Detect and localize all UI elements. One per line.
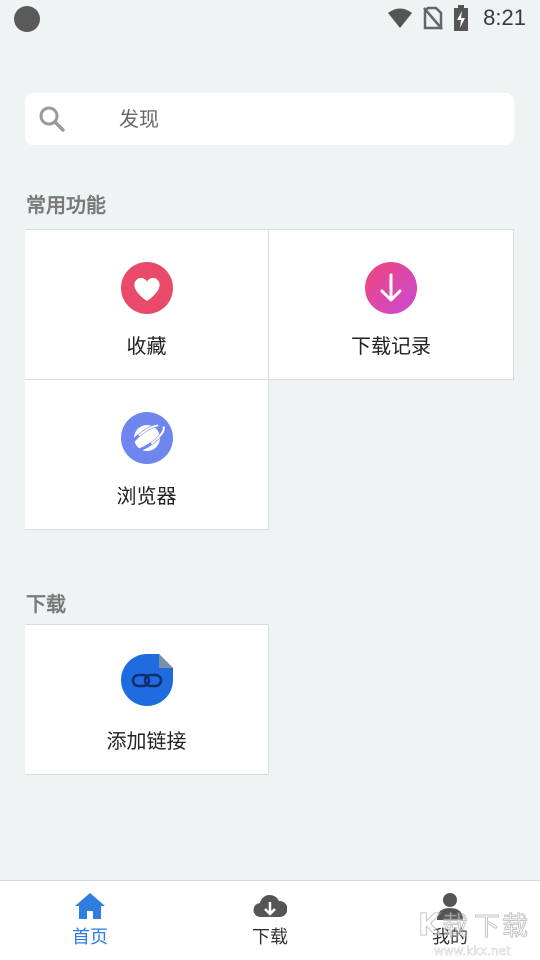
nav-label-download: 下载	[252, 927, 288, 948]
cloud-download-icon	[253, 891, 288, 921]
nav-item-home[interactable]: 首页	[30, 881, 150, 960]
search-input[interactable]: 发现	[119, 106, 159, 132]
nav-item-download[interactable]: 下载	[210, 881, 330, 960]
planet-browser-icon	[120, 411, 174, 465]
no-sim-icon	[423, 6, 444, 30]
heart-icon	[120, 261, 174, 315]
browser-label: 浏览器	[116, 484, 177, 508]
app-screen: 8:21 发现 常用功能 收藏 下载记录 浏览器 下载 添加链接 首页 下载 我…	[0, 0, 540, 960]
svg-text:www.kkx.net: www.kkx.net	[434, 944, 511, 958]
watermark-logo: K 载 下 载 www.kkx.net	[416, 899, 536, 959]
svg-text:载: 载	[442, 912, 468, 942]
svg-text:K: K	[418, 908, 443, 943]
bottom-nav: 首页 下载 我的 K 载 下 载 www.kkx.net	[0, 880, 540, 960]
download-history-label: 下载记录	[351, 334, 431, 358]
notification-dot-icon	[14, 6, 40, 32]
add-link-tile[interactable]: 添加链接	[25, 624, 269, 775]
status-bar: 8:21	[0, 0, 540, 36]
section-title-download: 下载	[26, 592, 66, 616]
battery-charging-icon	[453, 5, 469, 31]
status-time: 8:21	[483, 5, 526, 30]
browser-tile[interactable]: 浏览器	[25, 379, 269, 530]
svg-text:下: 下	[474, 912, 500, 942]
section-title-common: 常用功能	[26, 193, 106, 217]
favorites-label: 收藏	[126, 334, 167, 358]
home-icon	[73, 891, 107, 921]
search-icon	[38, 105, 66, 133]
download-arrow-icon	[364, 261, 418, 315]
download-history-tile[interactable]: 下载记录	[268, 229, 514, 380]
favorites-tile[interactable]: 收藏	[25, 229, 269, 380]
nav-label-home: 首页	[72, 927, 108, 948]
wifi-icon	[387, 7, 413, 29]
search-bar[interactable]: 发现	[25, 93, 514, 145]
svg-text:载: 载	[502, 912, 528, 942]
add-link-label: 添加链接	[106, 729, 187, 753]
status-icons: 8:21	[387, 4, 526, 32]
link-icon	[120, 653, 174, 707]
